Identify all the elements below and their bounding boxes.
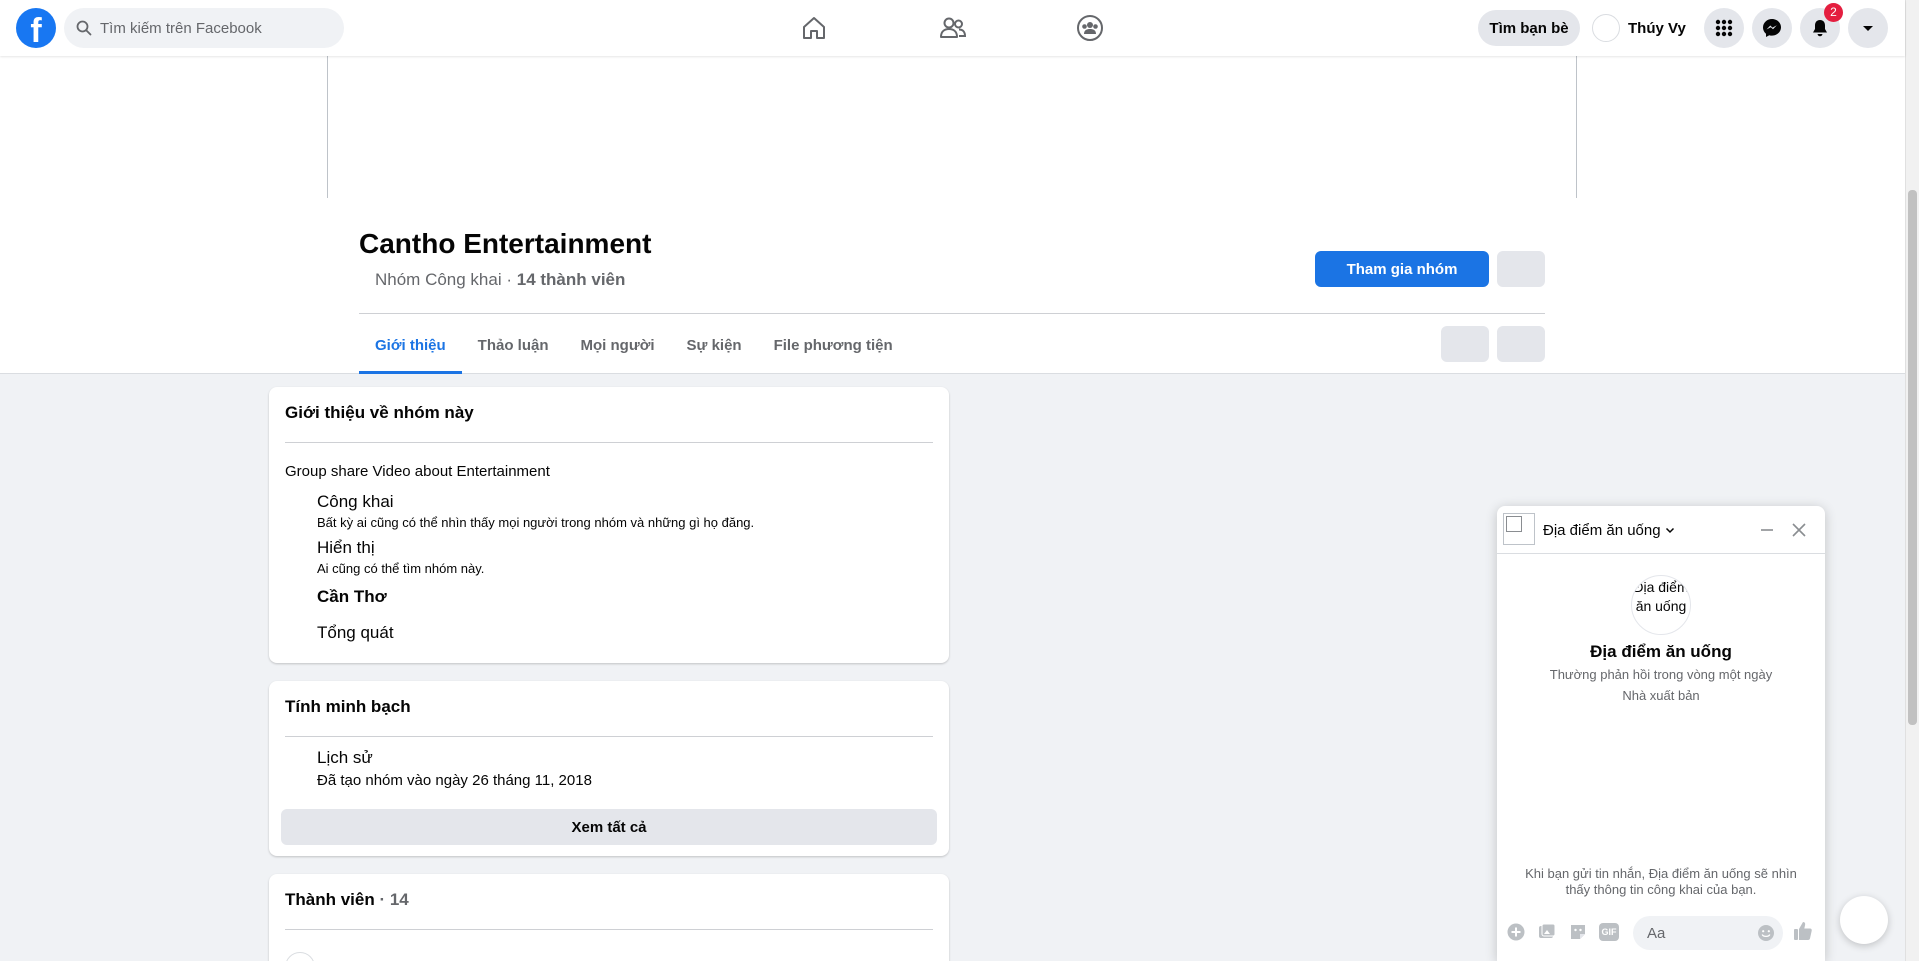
thumbs-up-icon [1794, 922, 1812, 940]
visible-title: Hiển thị [317, 538, 375, 557]
tab-about[interactable]: Giới thiệu [359, 316, 462, 374]
home-icon[interactable] [796, 10, 832, 46]
tab-people[interactable]: Mọi người [565, 316, 671, 374]
notification-badge: 2 [1824, 3, 1843, 22]
search-group-button[interactable] [1441, 326, 1489, 362]
group-tabs: Giới thiệu Thảo luận Mọi người Sự kiện F… [359, 316, 909, 374]
transparency-title: Tính minh bạch [285, 697, 411, 716]
chat-header-name[interactable]: Địa điểm ăn uống [1543, 522, 1675, 539]
page-scrollbar[interactable] [1905, 0, 1919, 961]
tab-media[interactable]: File phương tiện [758, 316, 909, 374]
members-separator: · [374, 890, 390, 909]
chat-window: Địa điểm ăn uống Địa điểm ăn uống Địa đi… [1497, 506, 1825, 961]
find-friends-button[interactable]: Tìm bạn bè [1478, 10, 1580, 46]
page-avatar[interactable]: Địa điểm ăn uống [1631, 575, 1691, 635]
minimize-button[interactable] [1755, 518, 1779, 542]
response-time: Thường phản hồi trong vòng một ngày [1549, 667, 1773, 682]
menu-grid-button[interactable] [1704, 8, 1744, 48]
scrollbar-thumb[interactable] [1908, 190, 1917, 725]
search-icon [76, 20, 92, 36]
members-card: Thành viên · 14 [269, 874, 949, 961]
chevron-down-icon [1665, 527, 1674, 534]
transparency-card: Tính minh bạch Lịch sử Đã tạo nhóm vào n… [269, 681, 949, 856]
group-meta: Nhóm Công khai · 14 thành viên [375, 270, 625, 290]
avatar[interactable] [285, 952, 315, 961]
about-card: Giới thiệu về nhóm này Group share Video… [269, 387, 949, 663]
privacy-note: Khi bạn gửi tin nhắn, Địa điểm ăn uống s… [1525, 866, 1797, 897]
close-icon [1792, 523, 1806, 537]
category-label: Tổng quát [317, 623, 394, 642]
group-name[interactable]: Cantho Entertainment [359, 228, 651, 260]
divider [285, 736, 933, 737]
cover-photo [327, 56, 1577, 198]
tab-discussion[interactable]: Thảo luận [462, 316, 565, 374]
group-description: Group share Video about Entertainment [285, 463, 550, 480]
page-role: Nhà xuất bản [1622, 688, 1700, 703]
search-box[interactable] [64, 8, 344, 48]
chat-thumbnail [1503, 513, 1535, 545]
message-input[interactable]: Aa [1633, 916, 1783, 950]
divider [285, 929, 933, 930]
search-input[interactable] [100, 19, 320, 37]
account-menu-button[interactable] [1848, 8, 1888, 48]
members-label: Thành viên [285, 890, 375, 909]
group-more-button[interactable] [1497, 251, 1545, 287]
plus-circle-icon[interactable] [1505, 921, 1527, 943]
bell-icon [1813, 20, 1827, 37]
like-button[interactable] [1792, 920, 1814, 942]
tab-more-button[interactable] [1497, 326, 1545, 362]
sticker-icon[interactable] [1567, 921, 1589, 943]
tab-events[interactable]: Sự kiện [671, 316, 758, 374]
join-group-button[interactable]: Tham gia nhóm [1315, 251, 1489, 287]
messenger-icon [1763, 19, 1781, 37]
history-description: Đã tạo nhóm vào ngày 26 tháng 11, 2018 [317, 772, 592, 789]
emoji-icon[interactable] [1757, 924, 1775, 942]
photo-icon[interactable] [1536, 921, 1558, 943]
page-name[interactable]: Địa điểm ăn uống [1497, 642, 1825, 662]
message-placeholder: Aa [1647, 925, 1666, 942]
divider [285, 442, 933, 443]
about-title: Giới thiệu về nhóm này [285, 403, 474, 422]
caret-down-icon [1863, 26, 1873, 31]
chat-header[interactable]: Địa điểm ăn uống [1497, 506, 1825, 554]
groups-icon[interactable] [1072, 10, 1108, 46]
privacy-label: Nhóm Công khai [375, 270, 502, 289]
avatar [1592, 14, 1620, 42]
gif-icon: GIF [1599, 923, 1619, 941]
members-count: 14 [389, 890, 409, 909]
gif-button[interactable]: GIF [1598, 921, 1620, 943]
messenger-button[interactable] [1752, 8, 1792, 48]
profile-button[interactable]: Thúy Vy [1588, 10, 1694, 46]
header-divider [359, 313, 1545, 314]
member-count-link[interactable]: 14 thành viên [517, 270, 626, 289]
grid-icon [1715, 19, 1733, 37]
new-message-button[interactable] [1840, 896, 1888, 944]
top-navigation-bar: f Tìm bạn bè Thúy Vy 2 [0, 0, 1905, 56]
history-title: Lịch sử [317, 748, 373, 767]
composer: GIF Aa [1497, 906, 1825, 956]
location-link[interactable]: Cần Thơ [317, 587, 387, 607]
friends-icon[interactable] [935, 10, 971, 46]
close-chat-button[interactable] [1787, 518, 1811, 542]
facebook-logo[interactable]: f [16, 8, 56, 48]
see-all-button[interactable]: Xem tất cả [281, 809, 937, 845]
user-name: Thúy Vy [1628, 19, 1686, 37]
members-title: Thành viên · 14 [285, 890, 409, 910]
notifications-button[interactable]: 2 [1800, 3, 1843, 48]
meta-separator: · [501, 270, 517, 289]
public-title: Công khai [317, 492, 394, 511]
minimize-icon [1761, 529, 1773, 531]
chat-header-label: Địa điểm ăn uống [1543, 522, 1661, 539]
visible-description: Ai cũng có thể tìm nhóm này. [317, 561, 485, 576]
public-description: Bất kỳ ai cũng có thể nhìn thấy mọi ngườ… [317, 515, 755, 530]
